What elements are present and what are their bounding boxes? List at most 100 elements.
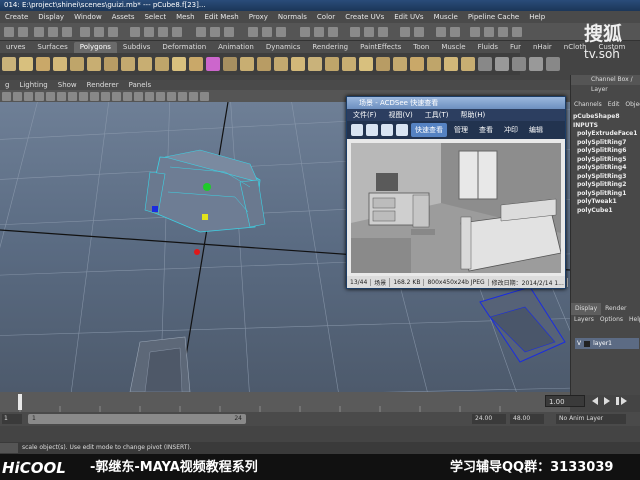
panel-menu-show[interactable]: Show [53, 81, 82, 89]
acdsee-menu-file[interactable]: 文件(F) [347, 110, 383, 120]
shelf-tab-rendering[interactable]: Rendering [306, 42, 354, 53]
acdsee-tab-view[interactable]: 查看 [475, 123, 497, 137]
poly-wedge-icon[interactable] [427, 57, 441, 71]
shelf-tab-deformation[interactable]: Deformation [156, 42, 212, 53]
menu-assets[interactable]: Assets [107, 13, 140, 21]
poly-bridge-icon[interactable] [308, 57, 322, 71]
anim-layer-dropdown[interactable]: No Anim Layer [556, 414, 626, 424]
camera-select-icon[interactable] [2, 91, 11, 101]
shadows-icon[interactable] [167, 91, 176, 101]
input-node[interactable]: polyExtrudeFace1 [573, 130, 639, 139]
range-start-field[interactable]: 1 [2, 414, 22, 424]
save-icon[interactable] [381, 124, 393, 136]
input-node[interactable]: polyTweak1 [573, 198, 639, 207]
acdsee-tab-edit[interactable]: 编辑 [525, 123, 547, 137]
shelf-tab-muscle[interactable]: Muscle [435, 42, 471, 53]
poly-pipe-icon[interactable] [138, 57, 152, 71]
input-node[interactable]: polySplitRing2 [573, 181, 639, 190]
poly-poke-icon[interactable] [444, 57, 458, 71]
shelf-tab-animation[interactable]: Animation [212, 42, 260, 53]
panel-menu-renderer[interactable]: Renderer [82, 81, 124, 89]
image-plane-icon[interactable] [35, 91, 44, 101]
acdsee-tab-manage[interactable]: 管理 [450, 123, 472, 137]
grid-toggle-icon[interactable] [46, 91, 55, 101]
shelf-tab-subdivs[interactable]: Subdivs [117, 42, 157, 53]
poly-smooth-icon[interactable] [257, 57, 271, 71]
acdsee-tab-quickview[interactable]: 快速查看 [411, 123, 447, 137]
acdsee-menu-tools[interactable]: 工具(T) [419, 110, 455, 120]
wireframe-on-shaded-icon[interactable] [134, 91, 143, 101]
poly-extrude-icon[interactable] [393, 57, 407, 71]
poly-extract-icon[interactable] [240, 57, 254, 71]
acdsee-title-bar[interactable]: 场景 - ACDSee 快速查看 [347, 97, 565, 109]
menu-window[interactable]: Window [69, 13, 107, 21]
resolution-gate-icon[interactable] [68, 91, 77, 101]
xray-icon[interactable] [178, 91, 187, 101]
menu-display[interactable]: Display [33, 13, 69, 21]
input-node[interactable]: polySplitRing7 [573, 139, 639, 148]
layer-visibility-toggle[interactable]: V [577, 340, 581, 347]
poly-sphere-icon[interactable] [2, 57, 16, 71]
manipulator-y-handle[interactable] [203, 183, 211, 191]
shelf-tab-fur[interactable]: Fur [504, 42, 527, 53]
film-gate-icon[interactable] [57, 91, 66, 101]
channel-shape-node[interactable]: pCubeShape8 [573, 113, 639, 122]
poly-torus-icon[interactable] [87, 57, 101, 71]
shelf-tab-custom[interactable]: Custom [593, 42, 632, 53]
checker-icon[interactable] [478, 57, 492, 71]
range-end-field[interactable]: 24.00 [472, 414, 506, 424]
poly-prism-icon[interactable] [104, 57, 118, 71]
input-node[interactable]: polySplitRing4 [573, 164, 639, 173]
lights-icon[interactable] [156, 91, 165, 101]
layer-menu-layers[interactable]: Layers [571, 315, 597, 325]
shelf-tab-curves[interactable]: urves [0, 42, 31, 53]
menu-create[interactable]: Create [0, 13, 33, 21]
poly-helix-icon[interactable] [155, 57, 169, 71]
safe-action-icon[interactable] [101, 91, 110, 101]
bookmark-icon[interactable] [24, 91, 33, 101]
panel-menu-lighting[interactable]: Lighting [14, 81, 52, 89]
poly-split-icon[interactable] [359, 57, 373, 71]
poly-soccer-icon[interactable] [172, 57, 186, 71]
poly-reduce-icon[interactable] [274, 57, 288, 71]
manipulator-z-handle[interactable] [152, 206, 158, 212]
panel-menu-panels[interactable]: Panels [124, 81, 157, 89]
mel-indicator[interactable] [0, 443, 18, 453]
poly-cube-icon[interactable] [19, 57, 33, 71]
shelf-tab-dynamics[interactable]: Dynamics [260, 42, 307, 53]
shelf-tab-fluids[interactable]: Fluids [472, 42, 504, 53]
input-node[interactable]: polySplitRing1 [573, 190, 639, 199]
poly-insert-loop-icon[interactable] [376, 57, 390, 71]
menu-muscle[interactable]: Muscle [429, 13, 463, 21]
status-line-icons[interactable] [0, 23, 560, 41]
channel-menu-channels[interactable]: Channels [571, 101, 605, 111]
poly-cylinder-icon[interactable] [36, 57, 50, 71]
time-slider[interactable] [0, 392, 570, 412]
menu-mesh[interactable]: Mesh [171, 13, 199, 21]
field-chart-icon[interactable] [90, 91, 99, 101]
playback-controls[interactable] [588, 395, 640, 407]
poly-bevel-icon[interactable] [410, 57, 424, 71]
poly-cone-icon[interactable] [53, 57, 67, 71]
shelf-tab-polygons[interactable]: Polygons [73, 42, 117, 53]
checker-3-icon[interactable] [512, 57, 526, 71]
menu-proxy[interactable]: Proxy [244, 13, 273, 21]
poly-pyramid-icon[interactable] [121, 57, 135, 71]
poly-combine-icon[interactable] [206, 57, 220, 71]
menu-color[interactable]: Color [312, 13, 340, 21]
acdsee-menu-view[interactable]: 视图(V) [383, 110, 419, 120]
gate-mask-icon[interactable] [79, 91, 88, 101]
layer-menu-options[interactable]: Options [597, 315, 626, 325]
acdsee-window[interactable]: 场景 - ACDSee 快速查看 文件(F) 视图(V) 工具(T) 帮助(H)… [346, 96, 568, 289]
channel-menu-object[interactable]: Object [622, 101, 640, 111]
menu-help[interactable]: Help [524, 13, 550, 21]
poly-duplicate-face-icon[interactable] [461, 57, 475, 71]
shelf-tab-ncloth[interactable]: nCloth [558, 42, 593, 53]
manipulator-center-handle[interactable] [202, 214, 208, 220]
range-bar[interactable]: 1 24 [28, 414, 246, 424]
camera-attr-icon[interactable] [13, 91, 22, 101]
poly-append-icon[interactable] [325, 57, 339, 71]
shelf-tab-nhair[interactable]: nHair [527, 42, 558, 53]
layer-menu-help[interactable]: Help [626, 315, 640, 325]
isolate-icon[interactable] [189, 91, 198, 101]
